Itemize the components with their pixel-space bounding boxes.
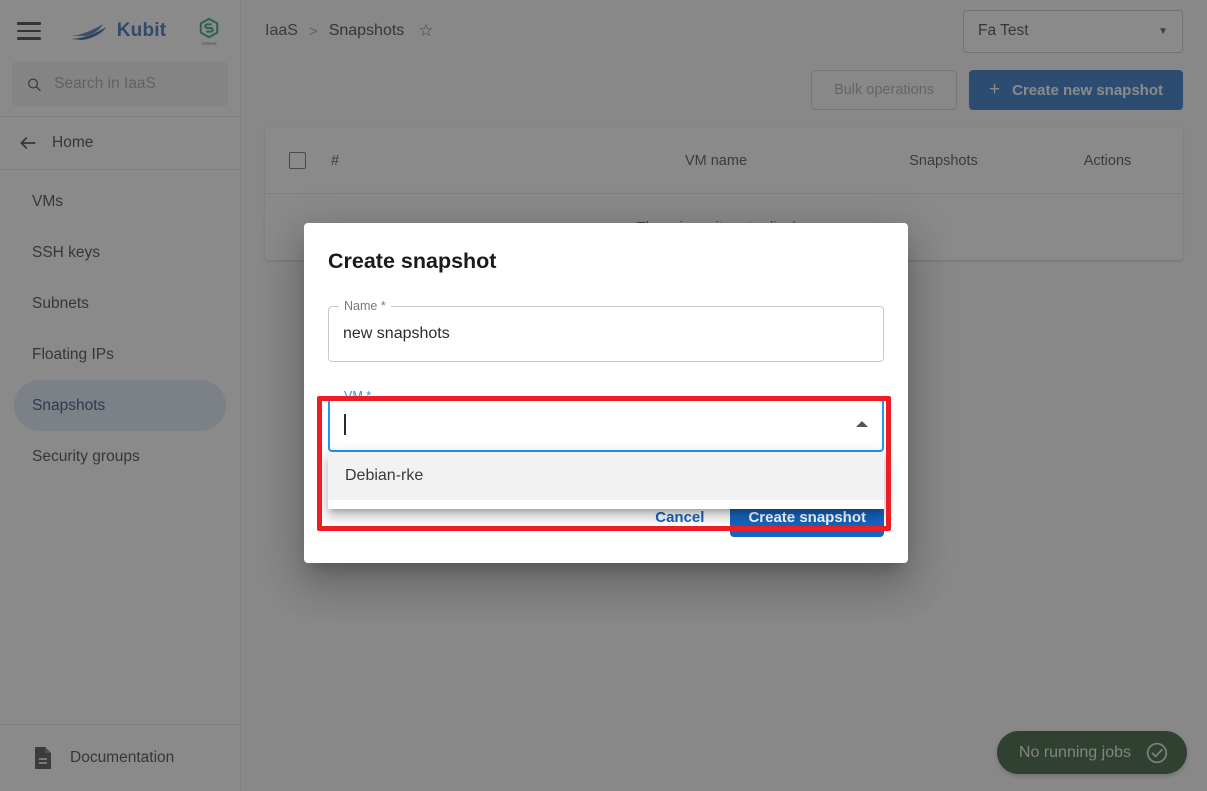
name-field-value: new snapshots [343, 325, 450, 342]
name-field-label: Name * [339, 298, 391, 314]
vm-field[interactable]: VM * Debian-rke [328, 388, 884, 509]
create-snapshot-dialog: Create snapshot new snapshots Name * VM … [304, 223, 908, 563]
dialog-title: Create snapshot [328, 249, 497, 273]
vm-field-label: VM * [339, 388, 377, 404]
triangle-up-icon[interactable] [856, 421, 868, 427]
screen-root: Kubit Company [0, 0, 1207, 791]
vm-field-outline [328, 396, 884, 452]
vm-dropdown-panel: Debian-rke [328, 452, 884, 509]
name-field[interactable]: new snapshots Name * [328, 298, 884, 362]
vm-option-debian-rke[interactable]: Debian-rke [328, 452, 884, 500]
name-field-outline: new snapshots [328, 306, 884, 362]
vm-option-label: Debian-rke [345, 467, 424, 484]
text-cursor [344, 413, 346, 435]
